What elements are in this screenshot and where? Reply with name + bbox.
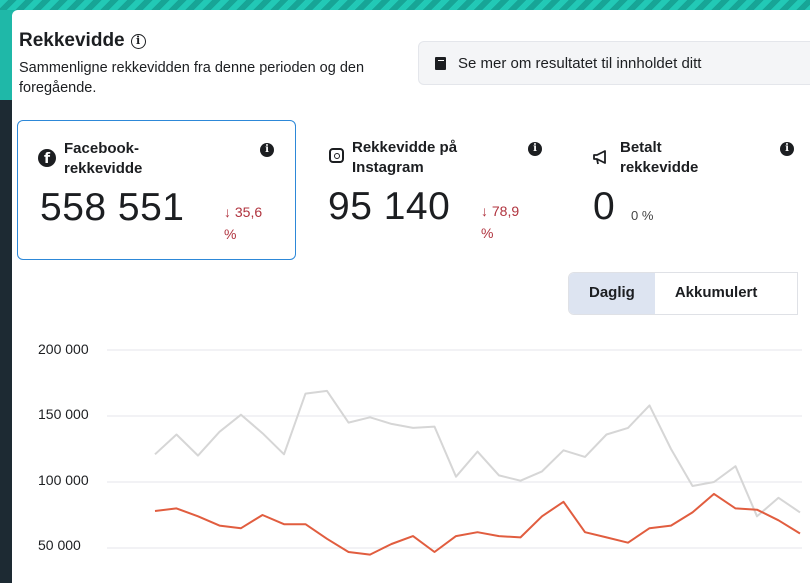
- reach-panel: Rekkevidde i Sammenligne rekkevidden fra…: [12, 10, 810, 583]
- decorative-frame-top: [0, 0, 810, 10]
- current-period-line: [154, 492, 801, 556]
- reach-line-chart: [107, 349, 802, 556]
- previous-period-line: [154, 389, 801, 518]
- decorative-frame-left: [0, 10, 12, 583]
